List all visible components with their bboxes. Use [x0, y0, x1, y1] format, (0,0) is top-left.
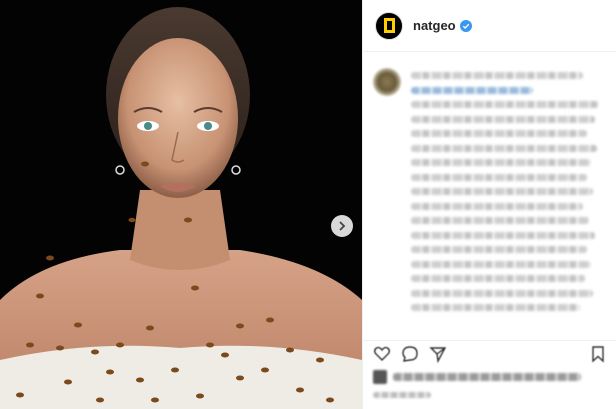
- chevron-right-icon: [339, 221, 346, 231]
- caption-text-blurred: [411, 72, 607, 319]
- verified-badge-icon: [459, 19, 472, 32]
- bookmark-icon[interactable]: [589, 345, 607, 363]
- post-sidebar: natgeo: [362, 0, 616, 409]
- post-caption: [373, 64, 609, 334]
- post-media: [0, 0, 362, 409]
- post-date-blurred: [373, 392, 431, 398]
- post-header: natgeo: [363, 0, 616, 52]
- likes-row[interactable]: [373, 370, 609, 384]
- post-photo: [0, 0, 362, 409]
- username[interactable]: natgeo: [413, 18, 456, 33]
- likes-text-blurred: [393, 373, 581, 381]
- instagram-post: natgeo: [0, 0, 616, 409]
- next-image-button[interactable]: [331, 215, 353, 237]
- share-icon[interactable]: [429, 345, 447, 363]
- liker-avatar: [373, 370, 387, 384]
- natgeo-logo-icon[interactable]: [375, 11, 403, 40]
- heart-icon[interactable]: [373, 345, 391, 363]
- caption-avatar[interactable]: [373, 68, 401, 96]
- comment-icon[interactable]: [401, 345, 419, 363]
- action-bar: [363, 340, 616, 366]
